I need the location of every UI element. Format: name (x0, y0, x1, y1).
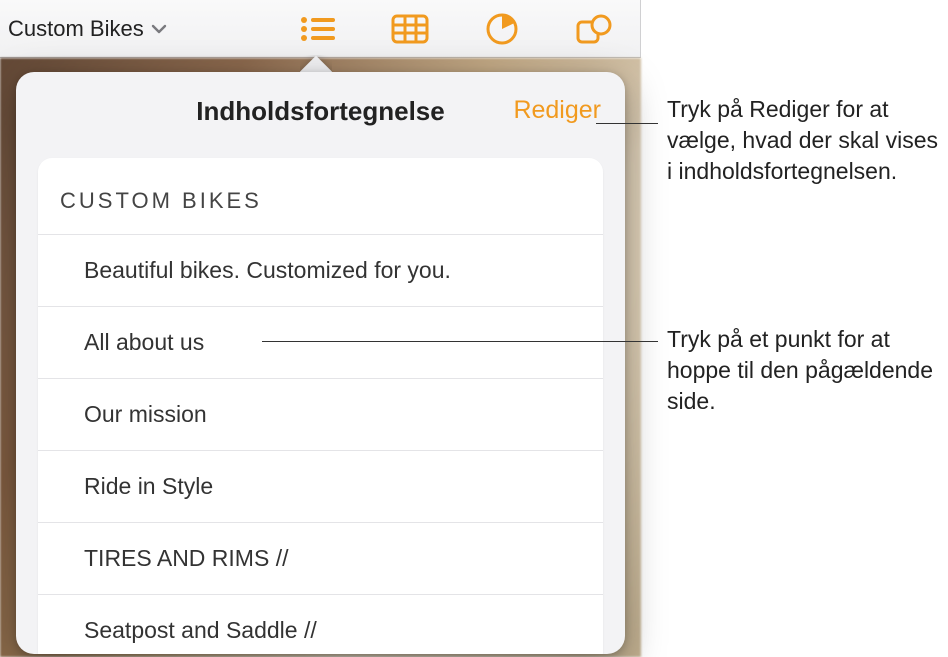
edit-button[interactable]: Rediger (513, 96, 601, 125)
callout-leader (262, 341, 658, 342)
callout-edit: Tryk på Rediger for at vælge, hvad der s… (667, 94, 947, 187)
toc-popover: Indholdsfortegnelse Rediger CUSTOM BIKES… (16, 72, 625, 654)
chart-icon (485, 12, 519, 46)
shapes-icon (575, 13, 613, 45)
callout-leader (596, 123, 658, 124)
popover-arrow (300, 55, 332, 73)
popover-header: Indholdsfortegnelse Rediger (16, 72, 625, 150)
insert-shape-button[interactable] (548, 0, 640, 57)
toc-item[interactable]: Beautiful bikes. Customized for you. (38, 235, 603, 307)
insert-chart-button[interactable] (456, 0, 548, 57)
toc-view-button[interactable] (272, 0, 364, 57)
table-icon (391, 14, 429, 44)
toc-item[interactable]: TIRES AND RIMS // (38, 523, 603, 595)
insert-table-button[interactable] (364, 0, 456, 57)
toolbar-icons (272, 0, 640, 57)
document-title-menu[interactable]: Custom Bikes (0, 0, 168, 57)
toc-item[interactable]: All about us (38, 307, 603, 379)
toolbar: Custom Bikes (0, 0, 641, 58)
chevron-down-icon (150, 20, 168, 38)
toc-list: CUSTOM BIKES Beautiful bikes. Customized… (38, 158, 603, 654)
popover-title: Indholdsfortegnelse (196, 96, 444, 127)
document-title: Custom Bikes (8, 16, 144, 42)
toc-document-heading[interactable]: CUSTOM BIKES (38, 158, 603, 235)
callout-item: Tryk på et punkt for at hoppe til den på… (667, 324, 937, 417)
toc-item[interactable]: Ride in Style (38, 451, 603, 523)
toc-item[interactable]: Our mission (38, 379, 603, 451)
toc-item[interactable]: Seatpost and Saddle // (38, 595, 603, 654)
list-icon (298, 14, 338, 44)
